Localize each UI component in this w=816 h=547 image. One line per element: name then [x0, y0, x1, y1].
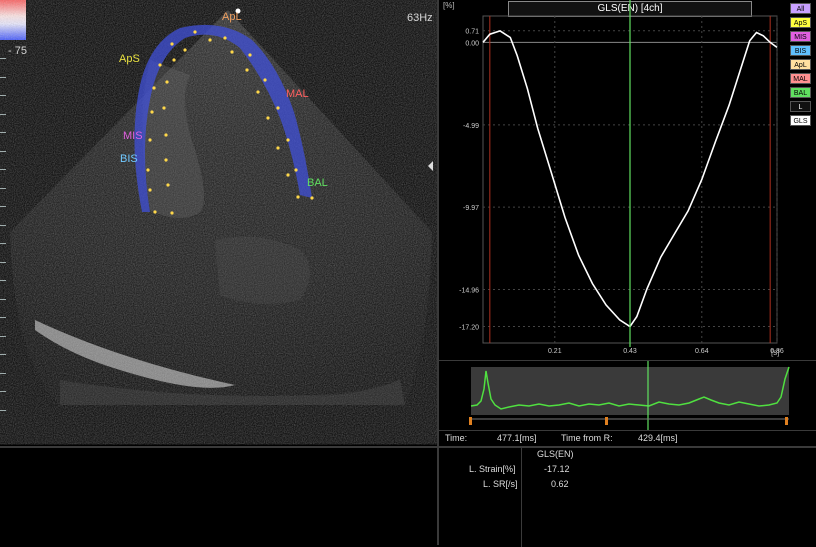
legend-button-all[interactable]: All — [790, 3, 811, 14]
ecg-mid-marker[interactable] — [605, 417, 608, 425]
x-tick-label: 0.64 — [695, 348, 709, 355]
time-label: Time: — [445, 433, 468, 443]
segment-label-apl: ApL — [222, 11, 242, 23]
ecg-end-marker[interactable] — [785, 417, 788, 425]
legend-button-bal[interactable]: BAL — [790, 87, 811, 98]
bottom-left-panel — [0, 446, 437, 545]
legend-button-mis[interactable]: MIS — [790, 31, 811, 42]
legend-button-bis[interactable]: BIS — [790, 45, 811, 56]
legend-button-apl[interactable]: ApL — [790, 59, 811, 70]
echo-viewport[interactable]: - 75 63Hz ApL ApS MAL MIS BIS BAL — [0, 0, 437, 446]
ecg-start-marker[interactable] — [469, 417, 472, 425]
y-tick-label: 0.71 — [465, 29, 479, 36]
legend-button-mal[interactable]: MAL — [790, 73, 811, 84]
row-label-strain: L. Strain[%] — [469, 464, 516, 474]
x-tick-label: 0.43 — [623, 348, 637, 355]
y-tick-label: -9.97 — [463, 205, 479, 212]
legend-button-aps[interactable]: ApS — [790, 17, 811, 28]
segment-legend: All ApS MIS BIS ApL MAL BAL L GLS — [790, 3, 814, 129]
ecg-panel[interactable] — [437, 360, 816, 431]
y-tick-label: -4.99 — [463, 123, 479, 130]
y-tick-label: 0.00 — [465, 40, 479, 47]
time-from-r-value: 429.4[ms] — [638, 433, 678, 443]
x-tick-label: 0.86 — [770, 348, 784, 355]
y-tick-label: -17.20 — [459, 324, 479, 331]
segment-label-aps: ApS — [119, 53, 140, 65]
time-from-r-label: Time from R: — [561, 433, 613, 443]
echo-image — [10, 8, 433, 405]
table-column-header: GLS(EN) — [537, 449, 574, 459]
x-tick-label: 0.21 — [548, 348, 562, 355]
ecg-background — [471, 367, 789, 415]
ecg-trace — [469, 361, 790, 431]
measurement-table: GLS(EN) L. Strain[%] -17.12 L. SR[/s] 0.… — [437, 446, 816, 547]
legend-button-gls[interactable]: GLS — [790, 115, 811, 126]
row-label-sr: L. SR[/s] — [483, 479, 518, 489]
legend-button-l[interactable]: L — [790, 101, 811, 112]
time-value: 477.1[ms] — [497, 433, 537, 443]
segment-label-mal: MAL — [286, 88, 309, 100]
segment-label-mis: MIS — [123, 130, 143, 142]
y-tick-label: -14.96 — [459, 287, 479, 294]
strain-chart: 0.71 0.00 -4.99 -9.97 -14.96 -17.20 0.21 0.43 0.… — [459, 0, 784, 355]
side-arrow-icon — [428, 161, 433, 171]
strain-chart-panel[interactable]: [%] GLS(EN) [4ch] [s] 0.71 0.00 -4.99 -9.97… — [437, 0, 816, 360]
row-value-strain: -17.12 — [544, 464, 570, 474]
segment-label-bis: BIS — [120, 153, 138, 165]
row-value-sr: 0.62 — [551, 479, 569, 489]
table-column-separator — [521, 448, 522, 547]
time-status-bar: Time: 477.1[ms] Time from R: 429.4[ms] — [437, 430, 816, 446]
segment-label-bal: BAL — [307, 177, 328, 189]
